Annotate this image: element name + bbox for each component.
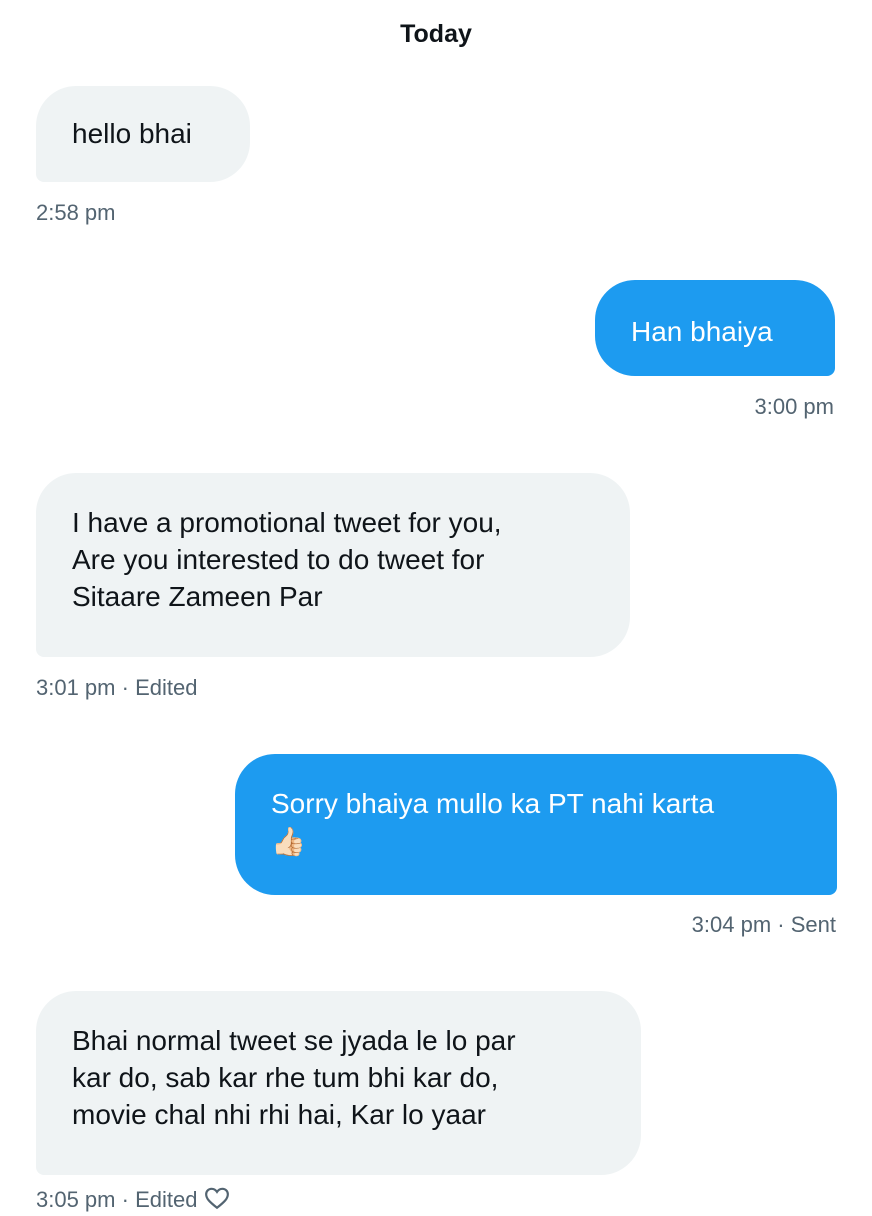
thumbs-up-emoji: 👍🏻 (271, 826, 306, 857)
message-bubble-received[interactable]: hello bhai (36, 86, 250, 182)
message-bubble-sent[interactable]: Sorry bhaiya mullo ka PT nahi karta 👍🏻 (235, 754, 837, 895)
message-text-line: Are you interested to do tweet for (72, 544, 485, 575)
message-timestamp: 2:58 pm (36, 200, 116, 225)
message-text: hello bhai (72, 118, 192, 149)
message-timestamp: 3:04 pm · Sent (691, 912, 836, 937)
message-bubble-sent[interactable]: Han bhaiya (595, 280, 835, 376)
message-text-line: Sitaare Zameen Par (72, 581, 323, 612)
message-text: Han bhaiya (631, 316, 773, 347)
heart-reaction-icon[interactable] (204, 1186, 230, 1216)
edited-label: Edited (135, 675, 198, 700)
message-text-line: kar do, sab kar rhe tum bhi kar do, (72, 1062, 499, 1093)
message-timestamp: 3:00 pm (754, 394, 835, 419)
day-header: Today (400, 20, 472, 48)
message-text-line: I have a promotional tweet for you, (72, 507, 502, 538)
message-text: Sorry bhaiya mullo ka PT nahi karta (271, 788, 715, 819)
message-timestamp: 3:05 pm · Edited (36, 1186, 230, 1216)
edited-label: Edited (135, 1186, 198, 1212)
message-timestamp: 3:01 pm · Edited (36, 675, 198, 700)
message-text-line: Bhai normal tweet se jyada le lo par (72, 1025, 516, 1056)
message-bubble-received[interactable]: I have a promotional tweet for you, Are … (36, 473, 630, 657)
message-text-line: movie chal nhi rhi hai, Kar lo yaar (72, 1099, 486, 1130)
sent-status: Sent (790, 912, 836, 937)
message-bubble-received[interactable]: Bhai normal tweet se jyada le lo par kar… (36, 991, 641, 1175)
